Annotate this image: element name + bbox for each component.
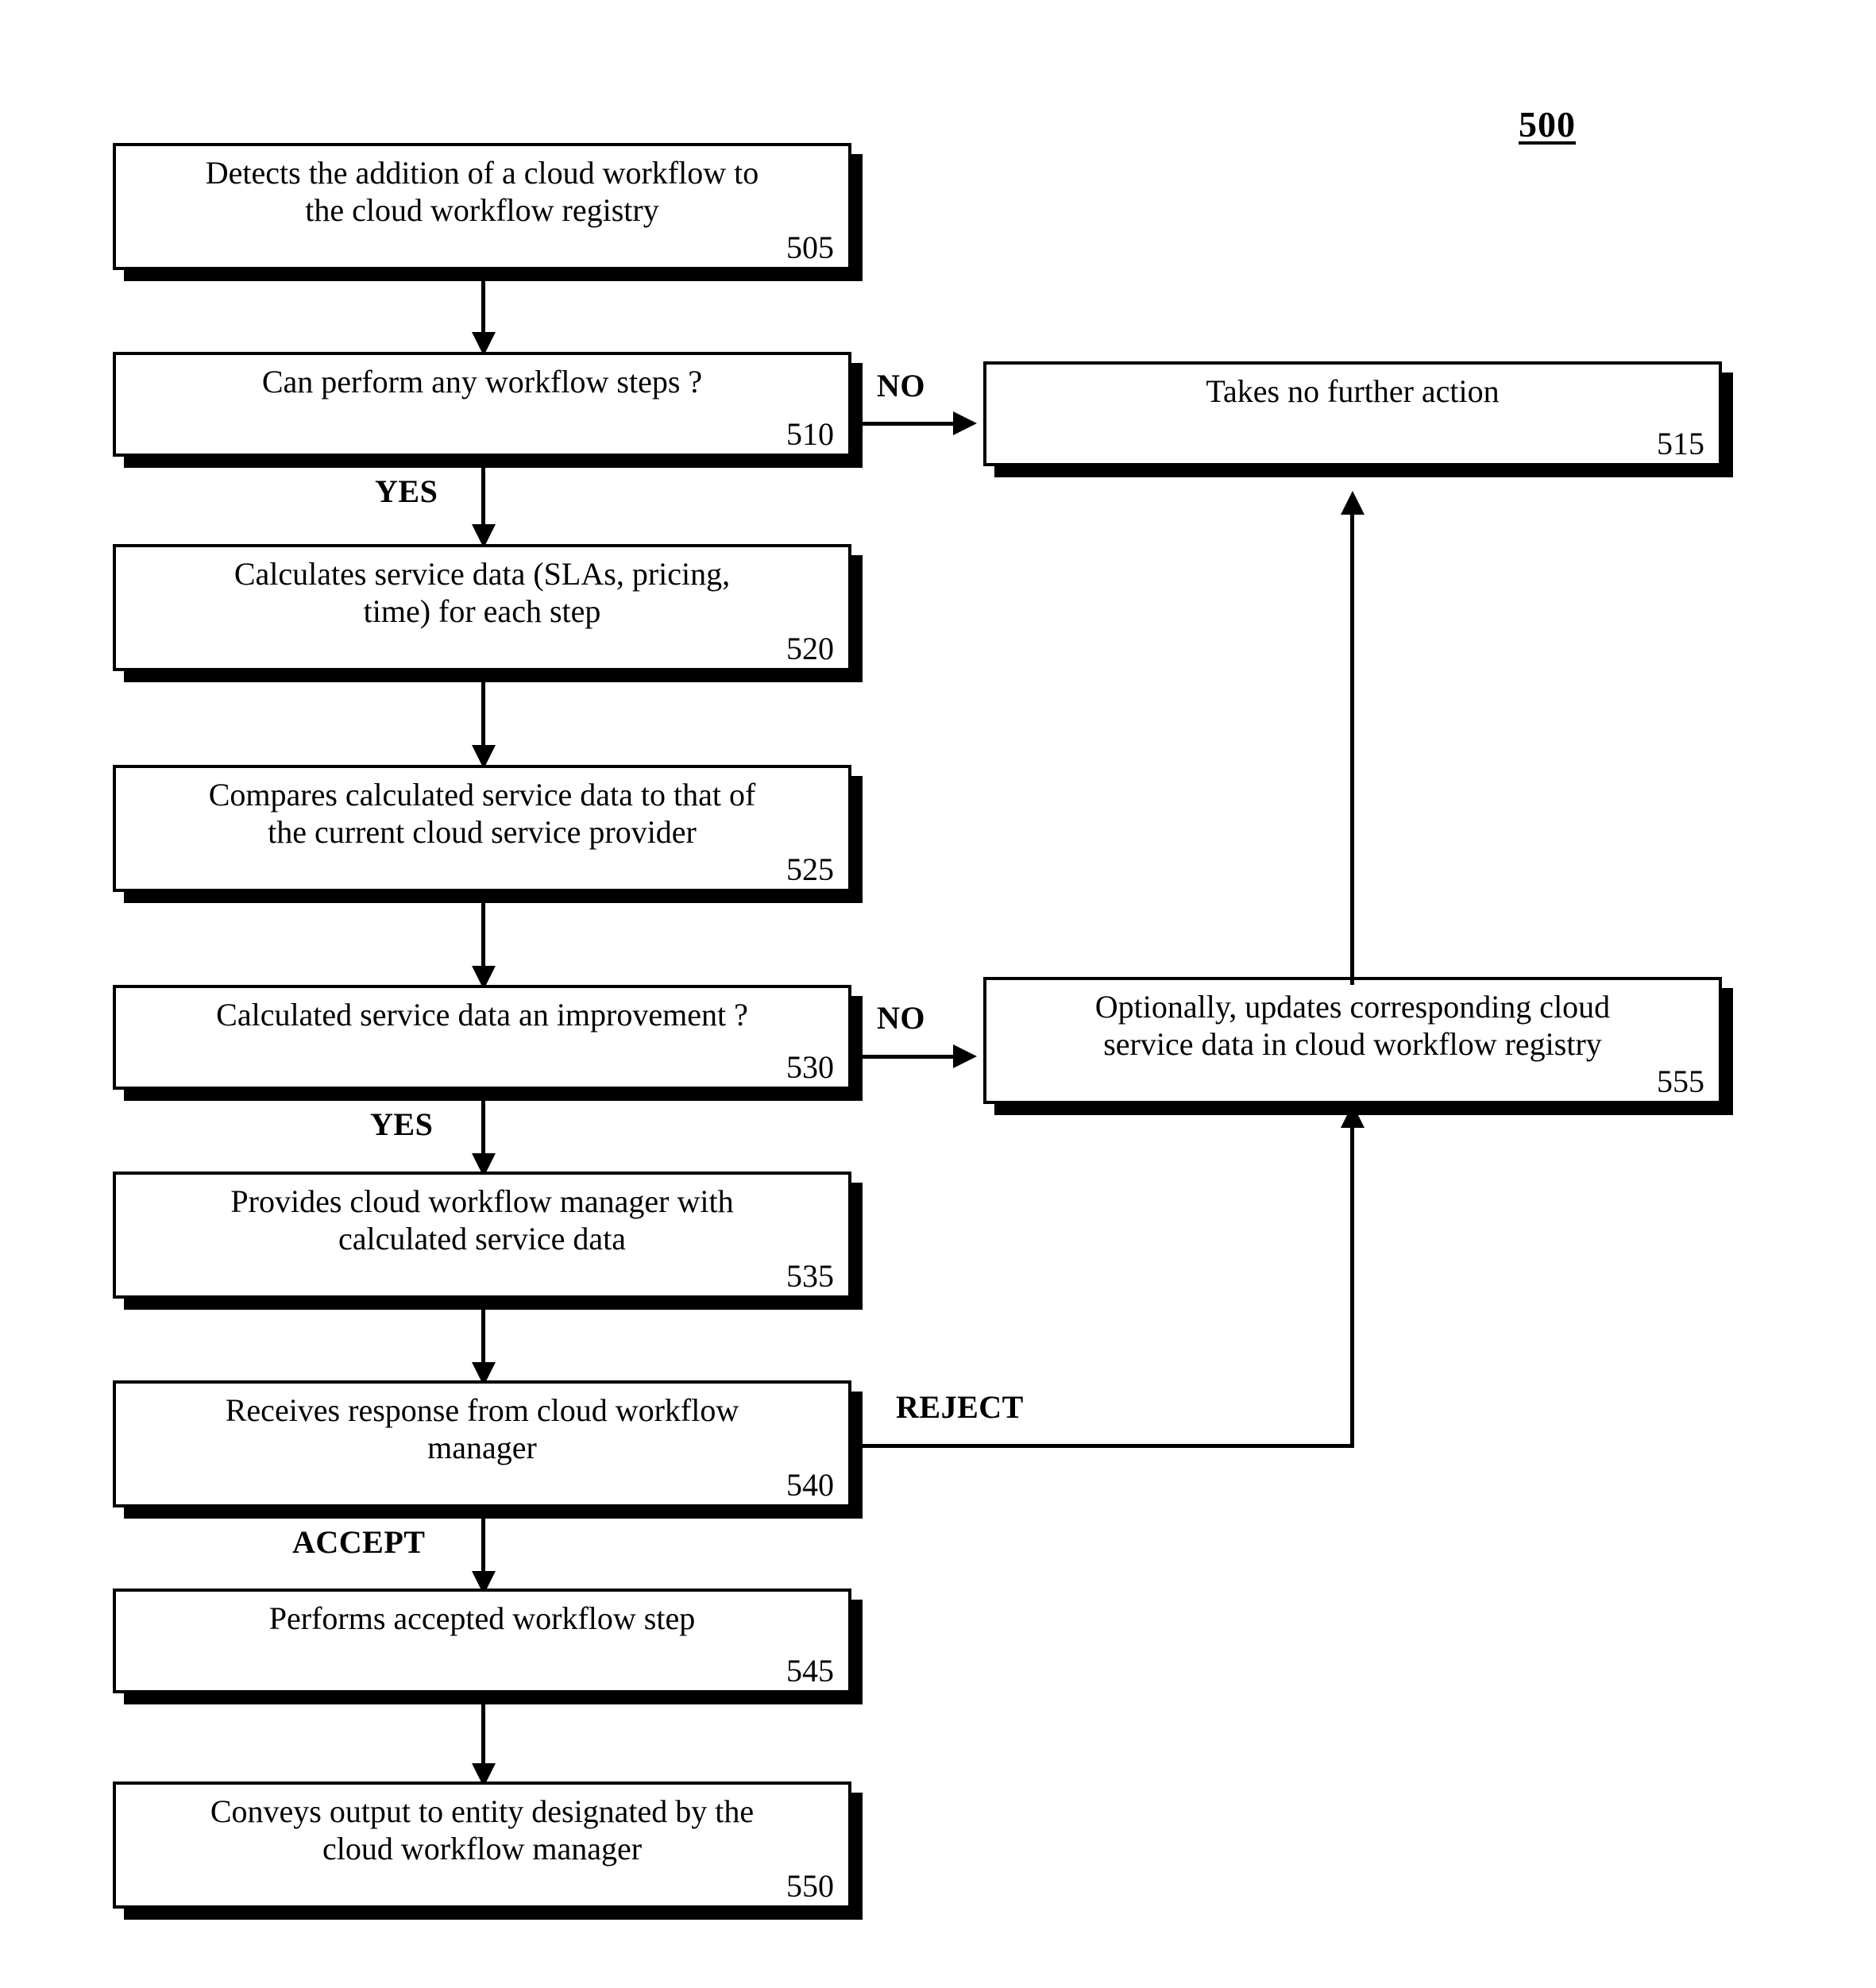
connector-540-555-v <box>1350 1121 1354 1447</box>
flow-node-545-ref: 545 <box>786 1653 834 1689</box>
flow-node-515-ref: 515 <box>1657 426 1704 461</box>
flow-node-520-ref: 520 <box>786 631 834 666</box>
edge-label-no-530: NO <box>877 1000 925 1036</box>
flow-node-525-text: Compares calculated service data to that… <box>208 777 756 851</box>
connector-555-515 <box>1350 508 1354 985</box>
flow-node-550-text: Conveys output to entity designated by t… <box>210 1793 755 1867</box>
edge-label-yes-510: YES <box>375 473 438 509</box>
flow-node-540-text: Receives response from cloud workflow ma… <box>225 1392 739 1466</box>
flow-node-540: Receives response from cloud workflow ma… <box>113 1380 851 1507</box>
connector-510-515 <box>863 422 966 426</box>
flow-node-510-ref: 510 <box>786 416 834 452</box>
flow-node-520-text: Calculates service data (SLAs, pricing, … <box>234 556 731 630</box>
flow-node-530-ref: 530 <box>786 1049 834 1085</box>
flow-node-515: Takes no further action 515 <box>983 361 1722 466</box>
flowchart-page: 500 Detects the addition of a cloud work… <box>0 0 1876 1988</box>
arrow-540-555 <box>1341 1104 1365 1128</box>
flow-node-555-ref: 555 <box>1657 1063 1704 1099</box>
flow-node-505: Detects the addition of a cloud workflow… <box>113 143 851 270</box>
edge-label-accept-540: ACCEPT <box>292 1524 426 1560</box>
flow-node-540-ref: 540 <box>786 1467 834 1503</box>
connector-540-555-h <box>863 1444 1354 1448</box>
flow-node-535-ref: 535 <box>786 1258 834 1294</box>
edge-label-reject-540: REJECT <box>896 1389 1024 1425</box>
connector-530-555 <box>863 1055 966 1059</box>
edge-label-yes-530: YES <box>370 1106 434 1142</box>
flow-node-505-text: Detects the addition of a cloud workflow… <box>205 155 759 229</box>
flow-node-510-text: Can perform any workflow steps ? <box>261 364 703 400</box>
arrow-510-515 <box>953 411 977 435</box>
flow-node-545: Performs accepted workflow step 545 <box>113 1588 851 1693</box>
flow-node-525-ref: 525 <box>786 851 834 887</box>
flow-node-550: Conveys output to entity designated by t… <box>113 1781 851 1909</box>
flow-node-520: Calculates service data (SLAs, pricing, … <box>113 544 851 671</box>
flow-node-555-text: Optionally, updates corresponding cloud … <box>1094 989 1611 1063</box>
arrow-530-555 <box>953 1044 977 1068</box>
flow-node-510: Can perform any workflow steps ? 510 <box>113 352 851 457</box>
flow-node-515-text: Takes no further action <box>1206 373 1500 409</box>
flow-node-525: Compares calculated service data to that… <box>113 765 851 892</box>
arrow-555-515 <box>1341 491 1365 515</box>
figure-number: 500 <box>1519 104 1576 145</box>
flow-node-530: Calculated service data an improvement ?… <box>113 985 851 1090</box>
flow-node-555: Optionally, updates corresponding cloud … <box>983 977 1722 1104</box>
flow-node-545-text: Performs accepted workflow step <box>268 1600 696 1636</box>
flow-node-530-text: Calculated service data an improvement ? <box>216 997 748 1033</box>
flow-node-550-ref: 550 <box>786 1868 834 1904</box>
flow-node-535-text: Provides cloud workflow manager with cal… <box>230 1183 734 1257</box>
edge-label-no-510: NO <box>877 368 925 403</box>
flow-node-505-ref: 505 <box>786 230 834 265</box>
flow-node-535: Provides cloud workflow manager with cal… <box>113 1172 851 1299</box>
